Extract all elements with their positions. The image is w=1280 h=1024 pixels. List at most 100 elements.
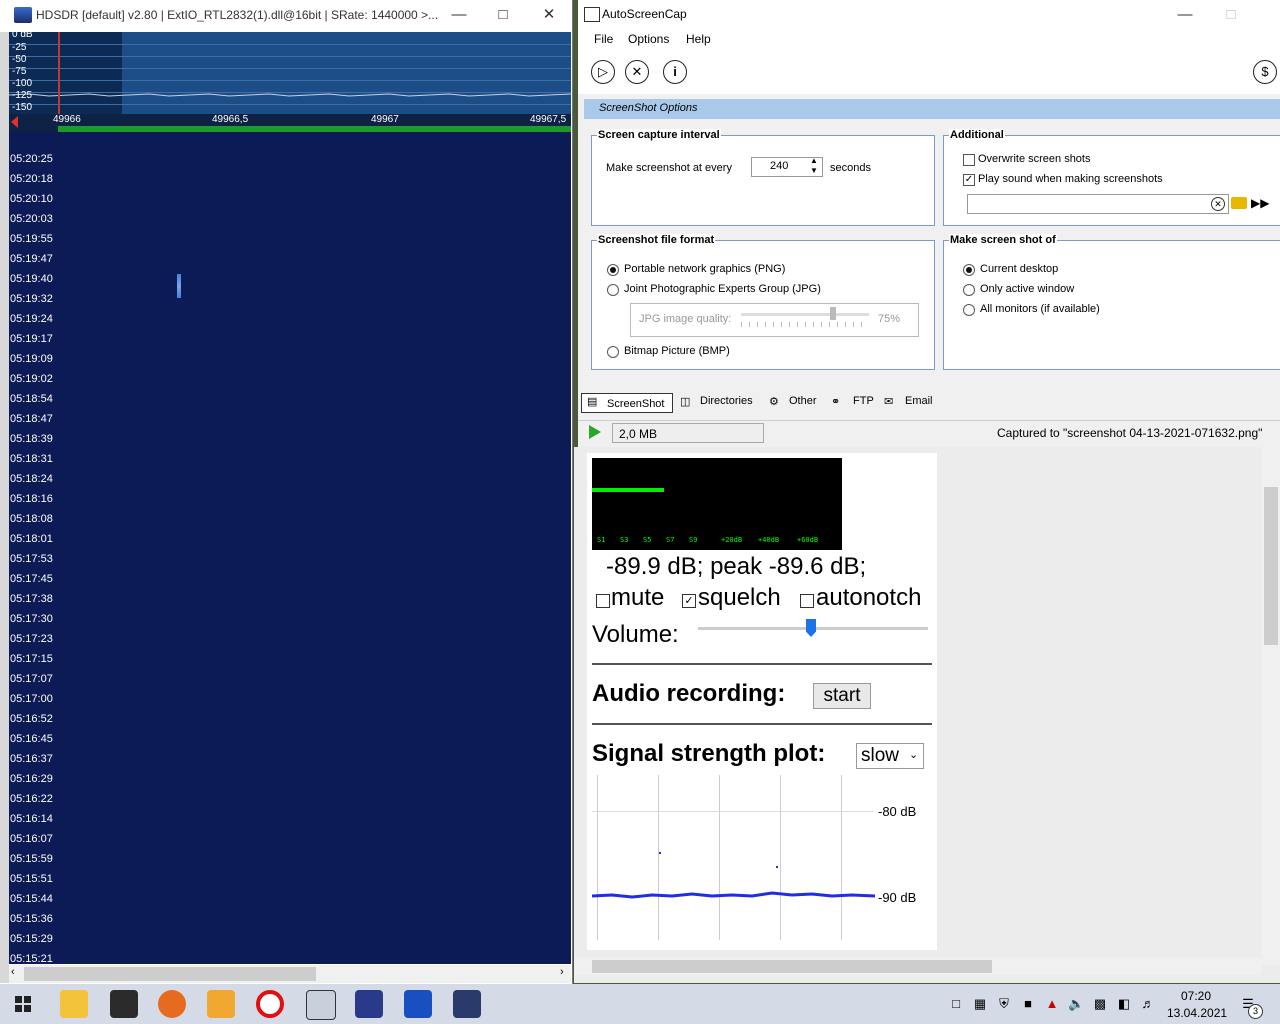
scroll-left-arrow-icon[interactable]: ‹ (11, 966, 15, 978)
autoscreencap-taskbar-icon[interactable] (306, 990, 336, 1020)
audio-recording-label: Audio recording: (592, 680, 786, 707)
options-header: ScreenShot Options (584, 99, 1280, 119)
waterfall-timestamp: 05:19:32 (10, 293, 53, 305)
freq-label: 49966,5 (212, 114, 249, 125)
plot-grid-line (658, 775, 659, 940)
autonotch-checkbox[interactable] (800, 594, 814, 608)
hdsdr-scroll-thumb[interactable] (24, 967, 316, 981)
minimize-button[interactable]: — (444, 6, 474, 24)
all-monitors-label: All monitors (if available) (980, 303, 1100, 315)
waterfall-timestamp: 05:18:47 (10, 413, 53, 425)
bmp-radio[interactable] (607, 346, 619, 358)
plot-speed-value: slow (861, 745, 900, 766)
plot-speed-select[interactable]: slow ⌄ (856, 743, 924, 769)
tray-network-icon[interactable]: ▦ (972, 996, 988, 1012)
interval-spinner[interactable]: 240 ▲ ▼ (751, 156, 823, 177)
waterfall-display[interactable] (9, 132, 571, 964)
browser-hscroll-thumb[interactable] (592, 960, 992, 973)
current-desktop-radio[interactable] (963, 264, 975, 276)
sdr-app-icon[interactable] (404, 990, 432, 1018)
tab-ftp[interactable]: FTP (853, 395, 874, 407)
store-icon[interactable] (110, 990, 138, 1018)
maximize-button[interactable]: □ (488, 6, 518, 24)
clock-time[interactable]: 07:20 (1181, 989, 1211, 1003)
tray-app-icon[interactable]: □ (948, 996, 964, 1012)
info-icon[interactable]: i (663, 60, 687, 84)
hdsdr-app-icon (14, 7, 32, 23)
tray-display-icon[interactable]: ▩ (1092, 996, 1108, 1012)
png-radio[interactable] (607, 264, 619, 276)
play-icon[interactable]: ▷ (591, 60, 615, 84)
waterfall-timestamp: 05:17:53 (10, 553, 53, 565)
tab-email[interactable]: Email (905, 395, 933, 407)
close-button[interactable]: ✕ (534, 6, 564, 24)
clear-icon[interactable]: ✕ (1211, 197, 1225, 211)
signal-strength-plot (592, 775, 932, 940)
tuning-marker[interactable] (58, 32, 60, 114)
network-icon[interactable]: ◧ (1116, 996, 1132, 1012)
left-arrow-icon[interactable] (11, 116, 18, 128)
all-monitors-radio[interactable] (963, 304, 975, 316)
file-explorer-icon[interactable] (60, 990, 88, 1018)
db-label: -50 (12, 54, 27, 65)
mute-label: mute (611, 584, 665, 611)
interval-value: 240 (770, 160, 789, 172)
sound-file-input[interactable] (967, 194, 1229, 214)
tray-security-icon[interactable]: ▲ (1044, 996, 1060, 1012)
shield-icon[interactable]: ⛨ (996, 996, 1012, 1012)
waterfall-timestamp: 05:16:07 (10, 833, 53, 845)
active-window-radio[interactable] (963, 284, 975, 296)
browser-vscroll-thumb[interactable] (1264, 487, 1278, 645)
gear-icon: ⚙ (769, 396, 779, 408)
clock-date[interactable]: 13.04.2021 (1167, 1006, 1227, 1020)
active-window-label: Only active window (980, 283, 1075, 295)
hdsdr-title: HDSDR [default] v2.80 | ExtIO_RTL2832(1)… (36, 8, 439, 22)
waterfall-timestamp: 05:19:09 (10, 353, 53, 365)
firefox-icon[interactable] (158, 990, 186, 1018)
jpg-radio[interactable] (607, 284, 619, 296)
fast-forward-icon[interactable]: ▶▶ (1251, 196, 1269, 210)
tab-directories[interactable]: Directories (700, 395, 753, 407)
waterfall-timestamp: 05:15:44 (10, 893, 53, 905)
spinner-down-icon[interactable]: ▼ (810, 166, 818, 175)
speaker-icon[interactable]: 🔈 (1068, 996, 1084, 1012)
tab-other[interactable]: Other (789, 395, 817, 407)
media-player-icon[interactable] (207, 990, 235, 1018)
freq-label: 49967,5 (530, 114, 567, 125)
scroll-right-arrow-icon[interactable]: › (560, 966, 564, 978)
squelch-checkbox[interactable]: ✓ (682, 594, 696, 608)
hdsdr-taskbar-icon[interactable] (453, 990, 481, 1018)
waterfall-timestamp: 05:18:01 (10, 533, 53, 545)
plot-grid-line (780, 775, 781, 940)
menu-help[interactable]: Help (686, 32, 711, 46)
jpg-quality-slider[interactable] (741, 313, 869, 316)
meter-tick: S9 (689, 536, 698, 544)
opera-icon[interactable] (256, 990, 284, 1018)
waterfall-timestamp: 05:16:52 (10, 713, 53, 725)
volume-icon[interactable]: ♬ (1140, 996, 1156, 1012)
tray-antivirus-icon[interactable]: ■ (1020, 996, 1036, 1012)
overwrite-checkbox[interactable] (963, 154, 975, 166)
db-label: -100 (12, 78, 33, 89)
menu-options[interactable]: Options (628, 32, 669, 46)
play-status-icon[interactable] (589, 425, 601, 439)
folder-icon[interactable] (1231, 197, 1247, 209)
waterfall-timestamp: 05:18:24 (10, 473, 53, 485)
jpg-quality-thumb[interactable] (830, 307, 836, 320)
windows-start-icon[interactable] (15, 996, 31, 1012)
start-recording-button[interactable]: start (813, 683, 871, 709)
menu-file[interactable]: File (594, 32, 613, 46)
asc-maximize-button[interactable]: □ (1216, 6, 1246, 24)
hdsdr-titlebar[interactable]: HDSDR [default] v2.80 | ExtIO_RTL2832(1)… (0, 0, 572, 30)
play-sound-checkbox[interactable]: ✓ (963, 174, 975, 186)
donate-icon[interactable]: $ (1253, 60, 1277, 84)
hdsdr-left-border (0, 32, 9, 983)
chevron-down-icon: ⌄ (909, 749, 919, 761)
asc-titlebar[interactable]: AutoScreenCap — □ (578, 0, 1280, 28)
stop-icon[interactable]: ✕ (625, 60, 649, 84)
mute-checkbox[interactable] (596, 594, 610, 608)
spinner-up-icon[interactable]: ▲ (810, 156, 818, 165)
satellite-app-icon[interactable] (355, 990, 383, 1018)
folder-tab-icon: ◫ (680, 396, 691, 408)
asc-minimize-button[interactable]: — (1170, 6, 1200, 24)
